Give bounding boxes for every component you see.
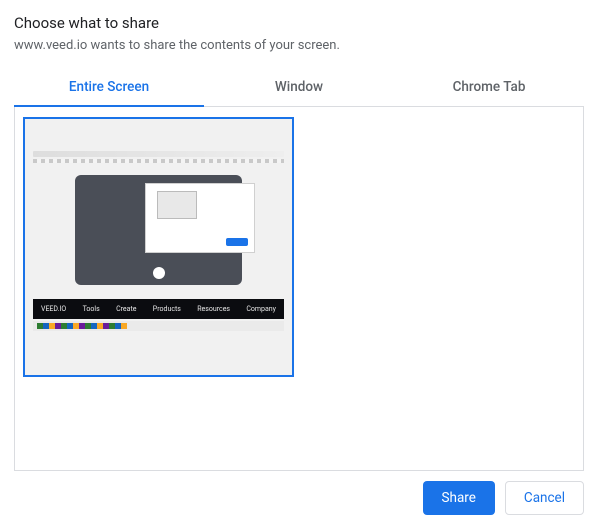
tab-entire-screen[interactable]: Entire Screen bbox=[14, 69, 204, 107]
dialog-subtitle: www.veed.io wants to share the contents … bbox=[14, 38, 584, 53]
share-tabs: Entire Screen Window Chrome Tab bbox=[14, 69, 584, 107]
tab-window[interactable]: Window bbox=[204, 69, 394, 106]
preview-browser-toolbar bbox=[33, 151, 284, 157]
preview-nested-thumbnail bbox=[157, 191, 197, 219]
preview-nav-3: Resources bbox=[197, 305, 230, 313]
preview-nav-2: Products bbox=[153, 305, 181, 313]
empty-slot bbox=[304, 117, 583, 460]
preview-area: VEED.IO Tools Create Products Resources … bbox=[14, 107, 584, 471]
dialog-title: Choose what to share bbox=[14, 14, 584, 32]
preview-site-navbar: VEED.IO Tools Create Products Resources … bbox=[33, 299, 284, 319]
screen-thumbnail-1[interactable]: VEED.IO Tools Create Products Resources … bbox=[23, 117, 294, 377]
preview-taskbar bbox=[33, 321, 284, 331]
cancel-button[interactable]: Cancel bbox=[505, 481, 584, 515]
tab-chrome-tab[interactable]: Chrome Tab bbox=[394, 69, 584, 106]
preview-nav-4: Company bbox=[246, 305, 276, 313]
dialog-footer: Share Cancel bbox=[14, 471, 584, 515]
preview-nav-1: Create bbox=[116, 305, 136, 313]
share-button[interactable]: Share bbox=[423, 481, 495, 515]
preview-nav-0: Tools bbox=[83, 305, 100, 313]
preview-browser-tabs bbox=[33, 159, 284, 163]
preview-brand: VEED.IO bbox=[41, 305, 66, 313]
